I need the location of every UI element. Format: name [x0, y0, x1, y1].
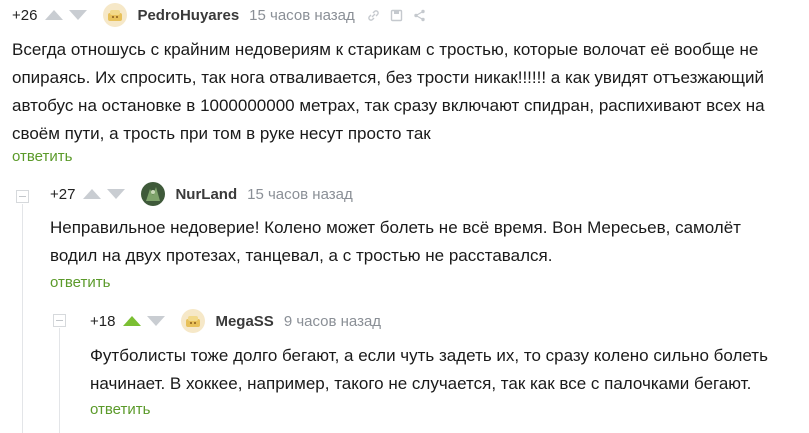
comment-text: Футболисты тоже долго бегают, а если чут…: [90, 346, 768, 393]
upvote-icon[interactable]: [83, 189, 102, 199]
collapse-icon[interactable]: [16, 190, 29, 203]
comment-text: Неправильное недоверие! Колено может бол…: [50, 218, 741, 265]
link-icon[interactable]: [367, 8, 381, 22]
timestamp[interactable]: 9 часов назад: [284, 313, 381, 330]
comment-header: +26 PedroHuyares 15 часов назад: [12, 3, 427, 27]
save-icon[interactable]: [390, 8, 404, 22]
downvote-icon[interactable]: [107, 189, 126, 199]
reply-link[interactable]: ответить: [50, 274, 110, 291]
reply-link[interactable]: ответить: [90, 401, 150, 418]
timestamp[interactable]: 15 часов назад: [247, 186, 353, 203]
username[interactable]: NurLand: [175, 186, 237, 203]
avatar[interactable]: [103, 3, 128, 27]
thread-line-level-2: [59, 328, 60, 433]
username[interactable]: PedroHuyares: [137, 7, 239, 24]
downvote-icon[interactable]: [69, 10, 88, 20]
collapse-icon[interactable]: [53, 314, 66, 327]
reply-link[interactable]: ответить: [12, 148, 72, 165]
rating: +27: [50, 185, 76, 203]
rating: +26: [12, 6, 38, 24]
upvote-icon[interactable]: [123, 316, 142, 326]
rating: +18: [90, 312, 116, 330]
comment-header: +18 MegaSS 9 часов назад: [90, 309, 381, 333]
downvote-icon[interactable]: [147, 316, 166, 326]
timestamp[interactable]: 15 часов назад: [249, 7, 355, 24]
thread-line-level-1: [22, 204, 23, 433]
share-icon[interactable]: [413, 8, 427, 22]
upvote-icon[interactable]: [45, 10, 64, 20]
avatar[interactable]: [141, 182, 166, 206]
comment-header: +27 NurLand 15 часов назад: [50, 182, 353, 206]
comment-text: Всегда отношусь с крайним недовериям к с…: [12, 40, 765, 143]
comment-tools: [367, 8, 427, 22]
username[interactable]: MegaSS: [215, 313, 273, 330]
avatar[interactable]: [181, 309, 206, 333]
